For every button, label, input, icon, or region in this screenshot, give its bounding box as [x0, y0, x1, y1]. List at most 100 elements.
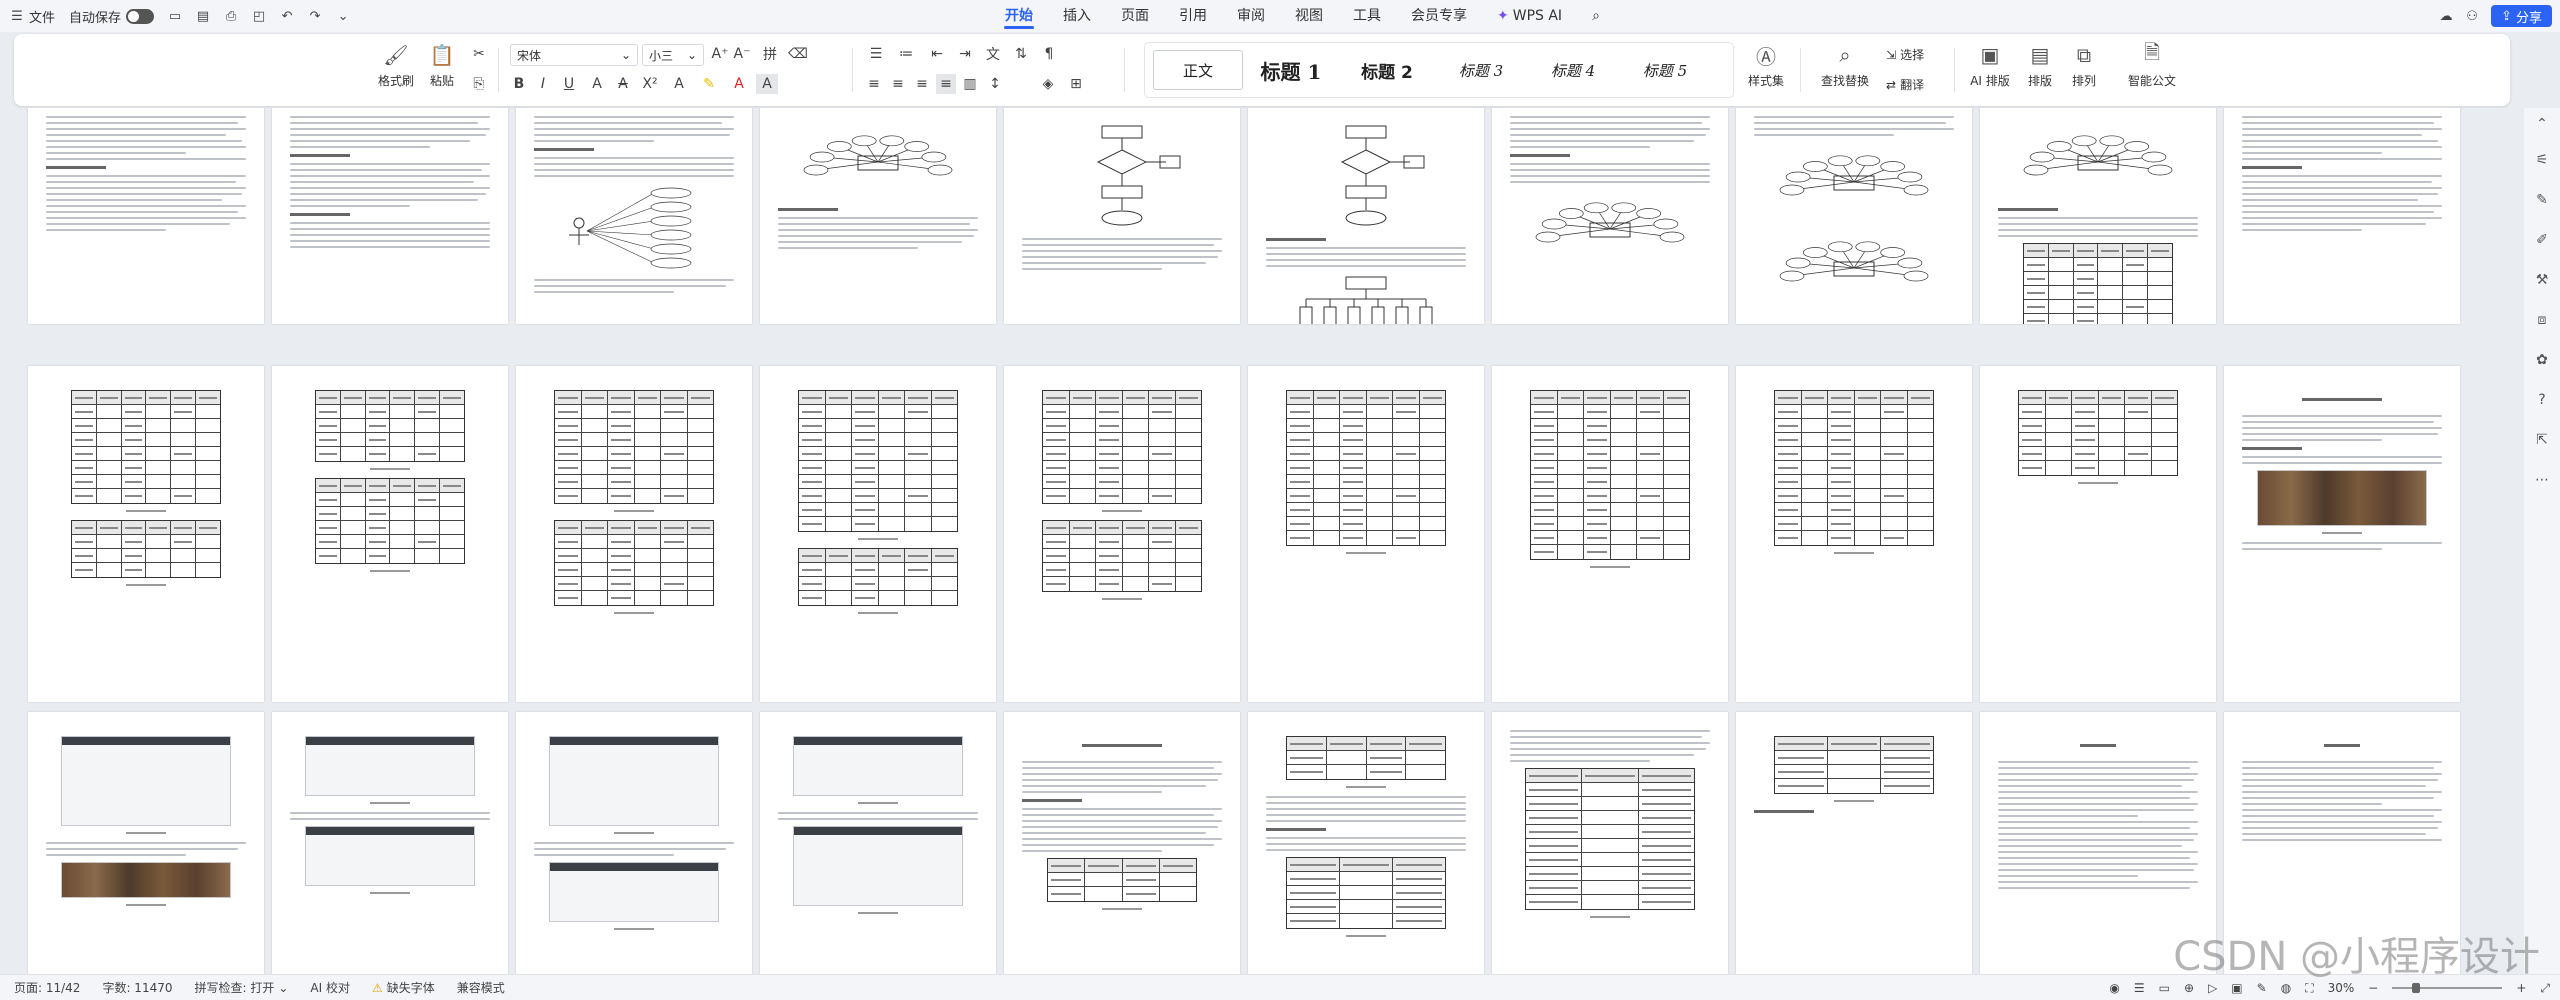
- format-painter-button[interactable]: 🖌 格式刷: [376, 42, 416, 89]
- collaborate-icon[interactable]: ⚇: [2465, 9, 2479, 24]
- superscript-icon[interactable]: X²: [638, 74, 662, 94]
- tab-page[interactable]: 页面: [1106, 0, 1164, 32]
- emphasis-icon[interactable]: A: [586, 74, 608, 94]
- style-normal[interactable]: 正文: [1153, 50, 1243, 90]
- document-page[interactable]: [2224, 366, 2460, 702]
- spell-check[interactable]: 拼写检查: 打开 ⌄: [195, 979, 289, 996]
- style-heading-5[interactable]: 标题 5: [1619, 50, 1711, 90]
- globe-icon[interactable]: ◍: [2281, 981, 2291, 995]
- translate-button[interactable]: ⇄ 翻译: [1886, 76, 1924, 93]
- document-page[interactable]: [760, 366, 996, 702]
- document-page[interactable]: [28, 366, 264, 702]
- document-page[interactable]: [760, 108, 996, 324]
- document-page[interactable]: [1492, 108, 1728, 324]
- tab-references[interactable]: 引用: [1164, 0, 1222, 32]
- phonetic-icon[interactable]: 拼: [756, 44, 784, 64]
- document-page[interactable]: [272, 366, 508, 702]
- document-page[interactable]: [1736, 108, 1972, 324]
- layout-button[interactable]: ▤ 排版: [2020, 42, 2060, 89]
- tab-tools[interactable]: 工具: [1338, 0, 1396, 32]
- redo-icon[interactable]: ↷: [308, 9, 322, 24]
- share-link-icon[interactable]: ⇱: [2534, 432, 2550, 448]
- tab-wps-ai[interactable]: ✦ WPS AI: [1482, 0, 1577, 32]
- file-menu[interactable]: ☰ 文件: [10, 7, 55, 26]
- tab-review[interactable]: 审阅: [1222, 0, 1280, 32]
- italic-icon[interactable]: I: [534, 74, 552, 94]
- decrease-indent-icon[interactable]: ⇤: [926, 44, 948, 64]
- page-view-icon[interactable]: ▭: [2159, 981, 2170, 995]
- undo-icon[interactable]: ↶: [280, 9, 294, 24]
- style-heading-1[interactable]: 标题 1: [1243, 50, 1339, 90]
- document-page[interactable]: [1980, 366, 2216, 702]
- line-spacing-icon[interactable]: ↕: [984, 74, 1006, 94]
- cut-icon[interactable]: ✂: [470, 44, 488, 64]
- help-icon[interactable]: ?: [2534, 392, 2550, 408]
- search-button[interactable]: ⌕: [1577, 0, 1615, 32]
- chevron-down-icon[interactable]: ⌄: [336, 9, 350, 24]
- tab-insert[interactable]: 插入: [1048, 0, 1106, 32]
- smart-doc-button[interactable]: 🗎 智能公文: [2122, 40, 2182, 89]
- zoom-level[interactable]: 30%: [2328, 981, 2355, 995]
- align-left-icon[interactable]: ≡: [864, 74, 884, 94]
- font-size-select[interactable]: 小三 ⌄: [642, 44, 704, 66]
- write-icon[interactable]: ✎: [2257, 981, 2267, 995]
- bold-icon[interactable]: B: [510, 74, 528, 94]
- document-page[interactable]: [516, 366, 752, 702]
- chinese-layout-icon[interactable]: 文: [982, 44, 1004, 64]
- align-right-icon[interactable]: ≡: [912, 74, 932, 94]
- pen-icon[interactable]: ✎: [2534, 192, 2550, 208]
- print-icon[interactable]: ⎙: [224, 9, 238, 24]
- document-page[interactable]: [1004, 108, 1240, 324]
- style-heading-2[interactable]: 标题 2: [1339, 50, 1435, 90]
- web-view-icon[interactable]: ⊕: [2184, 981, 2194, 995]
- fit-page-icon[interactable]: ⛶: [2305, 981, 2313, 996]
- tab-member[interactable]: 会员专享: [1396, 0, 1482, 32]
- document-area[interactable]: [0, 108, 2524, 974]
- toggle-switch[interactable]: [126, 8, 155, 24]
- document-page[interactable]: [1736, 366, 1972, 702]
- clear-format-icon[interactable]: ⌫: [788, 44, 808, 64]
- document-page[interactable]: [760, 712, 996, 974]
- strikethrough-icon[interactable]: A: [612, 74, 634, 94]
- document-page[interactable]: [516, 108, 752, 324]
- autosave-toggle[interactable]: 自动保存: [69, 7, 155, 26]
- underline-icon[interactable]: U: [558, 74, 580, 94]
- document-page[interactable]: [28, 108, 264, 324]
- tab-view[interactable]: 视图: [1280, 0, 1338, 32]
- list-view-icon[interactable]: ☰: [2134, 981, 2145, 995]
- paste-button[interactable]: 📋 粘贴: [422, 42, 462, 89]
- zoom-slider[interactable]: [2392, 983, 2503, 993]
- char-shading-icon[interactable]: A: [756, 74, 778, 94]
- focus-icon[interactable]: ▣: [2231, 981, 2242, 995]
- shading-icon[interactable]: ◈: [1036, 74, 1060, 94]
- align-justify-icon[interactable]: ≡: [936, 74, 956, 94]
- edit-icon[interactable]: ✐: [2534, 232, 2550, 248]
- document-page[interactable]: [1736, 712, 1972, 974]
- document-page[interactable]: [1248, 712, 1484, 974]
- page-indicator[interactable]: 页面: 11/42: [14, 979, 80, 996]
- puzzle-icon[interactable]: ⧈: [2534, 312, 2550, 328]
- shrink-font-icon[interactable]: A⁻: [732, 44, 752, 64]
- distribute-icon[interactable]: ▥: [960, 74, 980, 94]
- fullscreen-icon[interactable]: ⤢: [2540, 981, 2550, 996]
- zoom-out-icon[interactable]: −: [2368, 981, 2378, 995]
- grow-font-icon[interactable]: A⁺: [710, 44, 730, 64]
- document-page[interactable]: [1004, 366, 1240, 702]
- document-page[interactable]: [1492, 366, 1728, 702]
- show-marks-icon[interactable]: ¶: [1038, 44, 1060, 64]
- document-page[interactable]: [1004, 712, 1240, 974]
- font-name-select[interactable]: 宋体 ⌄: [510, 44, 638, 66]
- style-heading-3[interactable]: 标题 3: [1435, 50, 1527, 90]
- select-button[interactable]: ⇲ 选择: [1886, 46, 1924, 63]
- tab-home[interactable]: 开始: [990, 0, 1048, 32]
- collapse-icon[interactable]: ⌃: [2534, 116, 2550, 132]
- sort-icon[interactable]: ⇅: [1010, 44, 1032, 64]
- document-page[interactable]: [28, 712, 264, 974]
- ai-layout-button[interactable]: ▣ AI 排版: [1964, 42, 2016, 89]
- document-page[interactable]: [2224, 108, 2460, 324]
- document-page[interactable]: [516, 712, 752, 974]
- text-effect-icon[interactable]: A: [668, 74, 690, 94]
- font-color-icon[interactable]: A: [726, 74, 752, 94]
- document-page[interactable]: [1492, 712, 1728, 974]
- play-icon[interactable]: ▷: [2208, 981, 2217, 995]
